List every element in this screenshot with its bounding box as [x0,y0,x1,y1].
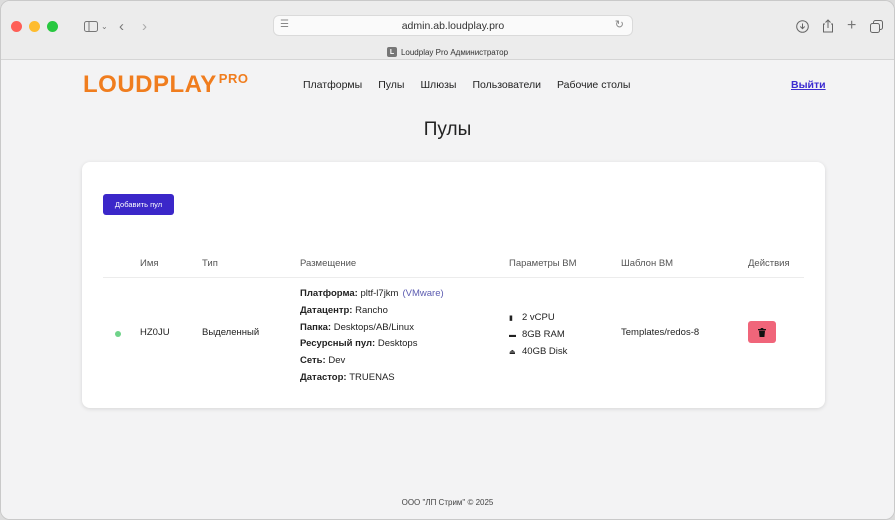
datastore-label: Датастор: [300,371,347,383]
platform-type: (VMware) [402,288,444,299]
nav-platforms[interactable]: Платформы [303,79,362,91]
pool-name: HZ0JU [140,327,170,338]
forward-icon[interactable]: › [142,17,147,35]
vm-ram: 8GB RAM [522,329,565,340]
footer: ООО "ЛП Стрим" © 2025 [401,498,494,507]
column-header-vm-template: Шаблон ВМ [621,258,674,269]
datacenter-value: Rancho [355,304,388,316]
resource-pool-label: Ресурсный пул: [300,338,376,350]
platform-label: Платформа: [300,288,358,299]
folder-value: Desktops/AB/Linux [333,321,414,333]
new-tab-icon[interactable]: + [847,17,856,35]
tab-favicon: L [386,47,397,57]
pool-placement: Платформа: pltf-l7jkm (VMware) Датацентр:… [300,286,444,387]
logo-text: LOUDPLAY [83,71,217,98]
url-text: admin.ab.loudplay.pro [401,19,505,32]
network-label: Сеть: [300,355,326,367]
status-indicator [115,331,121,337]
resource-pool-value: Desktops [377,338,418,350]
close-window-button[interactable] [11,21,22,32]
active-tab[interactable]: L Loudplay Pro Администратор [1,44,894,60]
delete-pool-button[interactable] [748,321,776,343]
back-icon[interactable]: ‹ [119,17,124,35]
platform-value: pltf-l7jkm [360,288,399,299]
datastore-value: TRUENAS [349,371,395,383]
disk-icon: ⏏ [509,349,516,356]
browser-window: ⌄ ‹ › ☰ admin.ab.loudplay.pro ↻ + L Loud… [0,0,895,520]
download-icon[interactable] [796,17,809,35]
nav-users[interactable]: Пользователи [472,79,541,91]
logo[interactable]: LOUDPLAY PRO [83,71,248,99]
trash-icon [758,327,766,337]
column-header-actions: Действия [748,258,790,269]
pool-type: Выделенный [202,327,260,338]
logo-sup: PRO [218,71,249,86]
reload-icon[interactable]: ↻ [615,18,624,31]
page-title: Пулы [423,119,472,140]
browser-toolbar: ⌄ ‹ › ☰ admin.ab.loudplay.pro ↻ + L Loud… [1,1,894,60]
logout-link[interactable]: Выйти [791,79,826,91]
tab-title: Loudplay Pro Администратор [400,47,509,57]
main-nav: Платформы Пулы Шлюзы Пользователи Рабочи… [303,79,630,91]
share-icon[interactable] [822,17,834,35]
vm-cpu: 2 vCPU [522,312,555,323]
window-controls [11,21,58,32]
nav-gateways[interactable]: Шлюзы [420,79,456,91]
vm-template: Templates/redos-8 [621,327,700,338]
page-settings-icon[interactable]: ☰ [280,19,291,32]
header-divider [103,277,804,278]
folder-label: Папка: [300,321,332,333]
column-header-name: Имя [140,258,159,269]
chevron-down-icon[interactable]: ⌄ [101,17,108,35]
nav-pools[interactable]: Пулы [378,79,404,91]
page: LOUDPLAY PRO Платформы Пулы Шлюзы Пользов… [1,61,894,519]
vm-disk: 40GB Disk [522,346,568,357]
address-bar[interactable]: ☰ admin.ab.loudplay.pro ↻ [273,15,633,36]
datacenter-label: Датацентр: [300,304,353,316]
column-header-vm-params: Параметры ВМ [509,258,577,269]
cpu-icon: ▮ [509,315,513,322]
column-header-type: Тип [202,258,218,269]
memory-icon: ▬ [509,332,516,339]
sidebar-icon[interactable] [84,17,98,35]
minimize-window-button[interactable] [29,21,40,32]
nav-desktops[interactable]: Рабочие столы [557,79,630,91]
vm-params: ▮ 2 vCPU ▬ 8GB RAM ⏏ 40GB Disk [509,310,567,361]
add-pool-button[interactable]: Добавить пул [103,194,174,215]
network-value: Dev [328,355,346,367]
tab-overview-icon[interactable] [870,17,883,35]
pools-card: Добавить пул Имя Тип Размещение Параметр… [82,162,825,408]
column-header-placement: Размещение [300,258,357,269]
zoom-window-button[interactable] [47,21,58,32]
